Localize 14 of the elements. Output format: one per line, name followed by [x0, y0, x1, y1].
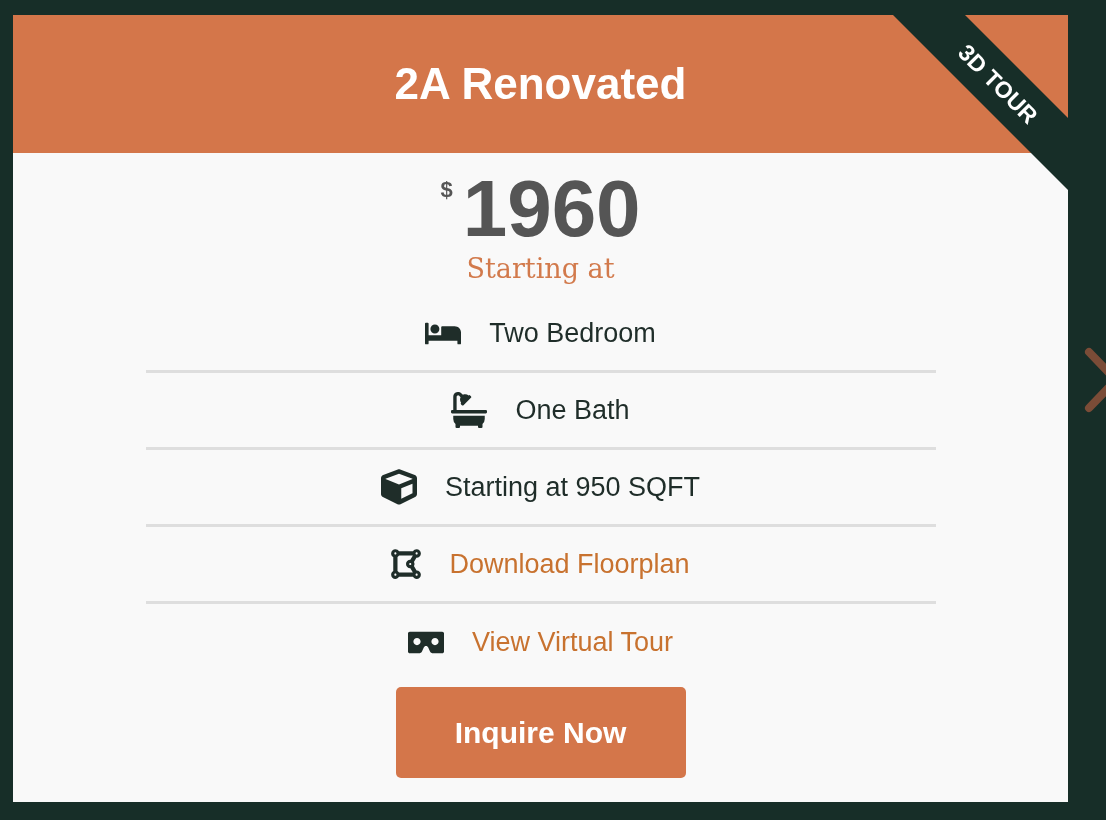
feature-label: Two Bedroom [489, 319, 656, 347]
price-caption: Starting at [466, 255, 615, 282]
feature-link[interactable]: Download Floorplan [449, 550, 690, 578]
price-amount: 1960 [462, 169, 641, 249]
card-title: 2A Renovated [394, 62, 687, 106]
feature-link[interactable]: View Virtual Tour [471, 629, 674, 656]
cube-icon [380, 469, 417, 505]
polygon-icon [391, 547, 422, 581]
chevron-right-icon[interactable] [1084, 347, 1106, 413]
inquire-button[interactable]: Inquire Now [395, 687, 686, 778]
bathtub-icon [451, 392, 488, 428]
feature-label: One Bath [515, 396, 630, 424]
currency-symbol: $ [440, 179, 453, 204]
feature-label: Starting at 950 SQFT [444, 473, 701, 501]
